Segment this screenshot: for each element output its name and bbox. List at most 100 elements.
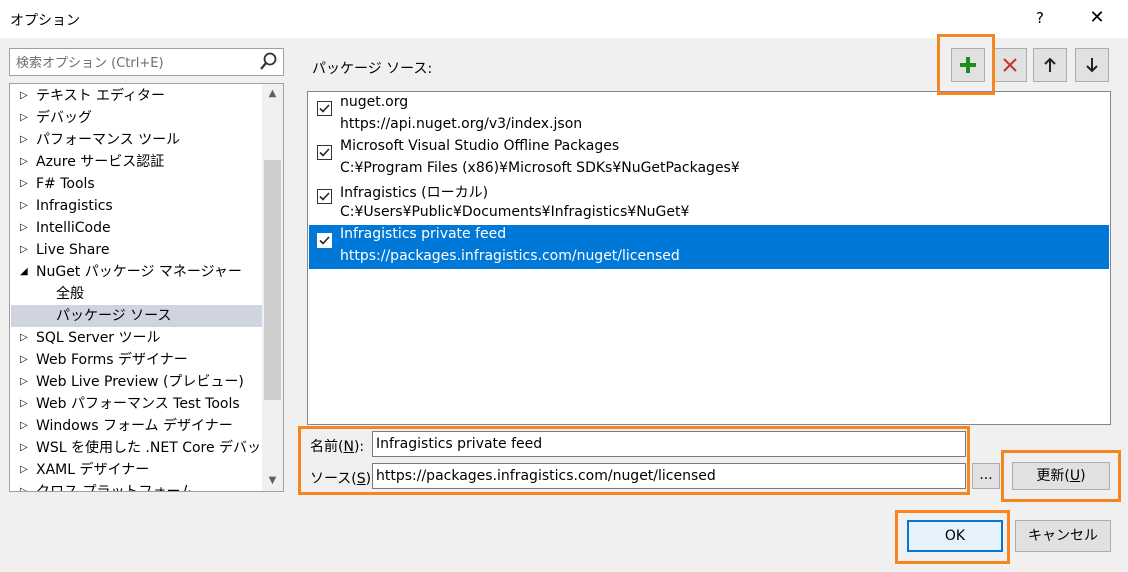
tree-item[interactable]: ▷ Windows フォーム デザイナー	[11, 415, 262, 437]
check-icon	[319, 104, 330, 113]
expand-arrow-icon[interactable]: ▷	[20, 437, 28, 459]
expand-arrow-icon[interactable]: ▷	[20, 195, 28, 217]
source-url: https://api.nuget.org/v3/index.json	[340, 116, 583, 132]
tree-item[interactable]: ▷ F# Tools	[11, 173, 262, 195]
expand-arrow-icon[interactable]: ▷	[20, 129, 28, 151]
tree-item[interactable]: ▷ デバッグ	[11, 107, 262, 129]
package-source-list[interactable]: nuget.org https://api.nuget.org/v3/index.…	[307, 91, 1111, 425]
tree-item[interactable]: ▷ XAML デザイナー	[11, 459, 262, 481]
source-name: Microsoft Visual Studio Offline Packages	[340, 138, 620, 154]
source-item[interactable]: Infragistics (ローカル) C:¥Users¥Public¥Docum…	[309, 181, 1109, 225]
source-name: Infragistics (ローカル)	[340, 185, 489, 201]
tree-item[interactable]: ▷ Live Share	[11, 239, 262, 261]
form-highlight	[298, 426, 970, 495]
tree-item-label: XAML デザイナー	[36, 462, 150, 478]
help-button[interactable]: ?	[1028, 4, 1052, 32]
add-button-highlight	[937, 34, 995, 95]
search-input[interactable]	[14, 52, 258, 74]
close-button[interactable]: ✕	[1080, 4, 1114, 32]
source-url: C:¥Users¥Public¥Documents¥Infragistics¥N…	[340, 204, 690, 220]
tree-item-label: Web Live Preview (プレビュー)	[36, 374, 244, 390]
source-item[interactable]: nuget.org https://api.nuget.org/v3/index.…	[309, 93, 1109, 137]
tree-item-label: クロス プラットフォーム	[36, 484, 195, 492]
package-sources-label: パッケージ ソース:	[312, 61, 433, 77]
source-name: nuget.org	[340, 94, 409, 110]
remove-source-button[interactable]	[993, 48, 1027, 82]
expand-arrow-icon[interactable]: ▷	[20, 239, 28, 261]
tree-item-label: NuGet パッケージ マネージャー	[36, 264, 242, 280]
check-icon	[319, 148, 330, 157]
source-item[interactable]: Microsoft Visual Studio Offline Packages…	[309, 137, 1109, 181]
tree-item-label: Live Share	[36, 242, 110, 258]
check-icon	[319, 192, 330, 201]
update-highlight	[1001, 450, 1121, 502]
expand-arrow-icon[interactable]: ▷	[20, 173, 28, 195]
source-item[interactable]: Infragistics private feed https://package…	[309, 225, 1109, 269]
expand-arrow-icon[interactable]: ▷	[20, 371, 28, 393]
tree-item[interactable]: ▷ Azure サービス認証	[11, 151, 262, 173]
tree-item[interactable]: ▷ Web Forms デザイナー	[11, 349, 262, 371]
expand-arrow-icon[interactable]: ▷	[20, 349, 28, 371]
tree-item[interactable]: ▷ SQL Server ツール	[11, 327, 262, 349]
tree-item-label: SQL Server ツール	[36, 330, 161, 346]
search-box[interactable]	[9, 48, 284, 76]
tree-item-label: Windows フォーム デザイナー	[36, 418, 233, 434]
tree-item-label: IntelliCode	[36, 220, 111, 236]
expand-arrow-icon[interactable]: ▷	[20, 393, 28, 415]
source-checkbox[interactable]	[317, 145, 332, 160]
expand-arrow-icon[interactable]: ▷	[20, 327, 28, 349]
expand-arrow-icon[interactable]: ▷	[20, 151, 28, 173]
tree-item[interactable]: 全般	[11, 283, 262, 305]
source-name: Infragistics private feed	[340, 226, 507, 242]
scroll-down-icon[interactable]: ▼	[262, 471, 283, 491]
search-icon[interactable]	[259, 51, 279, 73]
tree-item[interactable]: ◢ NuGet パッケージ マネージャー	[11, 261, 262, 283]
tree-item[interactable]: ▷ パフォーマンス ツール	[11, 129, 262, 151]
expand-arrow-icon[interactable]: ▷	[20, 107, 28, 129]
tree-item-label: Azure サービス認証	[36, 154, 165, 170]
arrow-up-icon	[1044, 57, 1056, 72]
tree-item-label: デバッグ	[36, 110, 92, 126]
tree-item-label: WSL を使用した .NET Core デバッグ	[36, 440, 276, 456]
source-checkbox[interactable]	[317, 189, 332, 204]
window-title: オプション	[10, 13, 80, 29]
tree-item[interactable]: パッケージ ソース	[11, 305, 262, 327]
move-down-button[interactable]	[1075, 48, 1109, 82]
expand-arrow-icon[interactable]: ▷	[20, 459, 28, 481]
source-checkbox[interactable]	[317, 233, 332, 248]
expand-arrow-icon[interactable]: ▷	[20, 415, 28, 437]
tree-item-label: 全般	[56, 286, 84, 302]
title-bar: オプション ? ✕	[0, 0, 1128, 38]
tree-item[interactable]: ▷ WSL を使用した .NET Core デバッグ	[11, 437, 275, 459]
cancel-button[interactable]: キャンセル	[1015, 520, 1111, 552]
expand-arrow-icon[interactable]: ▷	[20, 481, 28, 491]
move-up-button[interactable]	[1033, 48, 1067, 82]
browse-button[interactable]: ...	[972, 463, 1000, 489]
source-checkbox[interactable]	[317, 101, 332, 116]
tree-item-label: Infragistics	[36, 198, 113, 214]
tree-item-label: Web パフォーマンス Test Tools	[36, 396, 240, 412]
scroll-thumb[interactable]	[264, 160, 281, 400]
expand-arrow-icon[interactable]: ▷	[20, 85, 28, 107]
tree-item[interactable]: ▷ Web Live Preview (プレビュー)	[11, 371, 262, 393]
expanded-arrow-icon[interactable]: ◢	[20, 261, 28, 283]
arrow-down-icon	[1086, 58, 1098, 73]
tree-item-label: パフォーマンス ツール	[36, 132, 181, 148]
source-url: C:¥Program Files (x86)¥Microsoft SDKs¥Nu…	[340, 160, 740, 176]
scroll-up-icon[interactable]: ▲	[262, 84, 283, 104]
tree-item-label: テキスト エディター	[36, 88, 166, 104]
tree-item-label: パッケージ ソース	[56, 308, 172, 324]
tree-item[interactable]: ▷ IntelliCode	[11, 217, 262, 239]
check-icon	[319, 236, 330, 245]
tree-scrollbar[interactable]: ▲ ▼	[262, 84, 283, 491]
ok-highlight	[895, 510, 1010, 564]
expand-arrow-icon[interactable]: ▷	[20, 217, 28, 239]
options-tree[interactable]: ▷ テキスト エディター ▷ デバッグ ▷ パフォーマンス ツール ▷ Azure サービス認…	[9, 83, 284, 492]
tree-item-label: Web Forms デザイナー	[36, 352, 188, 368]
tree-item-label: F# Tools	[36, 176, 95, 192]
tree-item[interactable]: ▷ Infragistics	[11, 195, 262, 217]
tree-item[interactable]: ▷ テキスト エディター	[11, 85, 262, 107]
tree-item[interactable]: ▷ クロス プラットフォーム	[11, 481, 262, 492]
source-url: https://packages.infragistics.com/nuget/…	[340, 248, 680, 264]
tree-item[interactable]: ▷ Web パフォーマンス Test Tools	[11, 393, 262, 415]
